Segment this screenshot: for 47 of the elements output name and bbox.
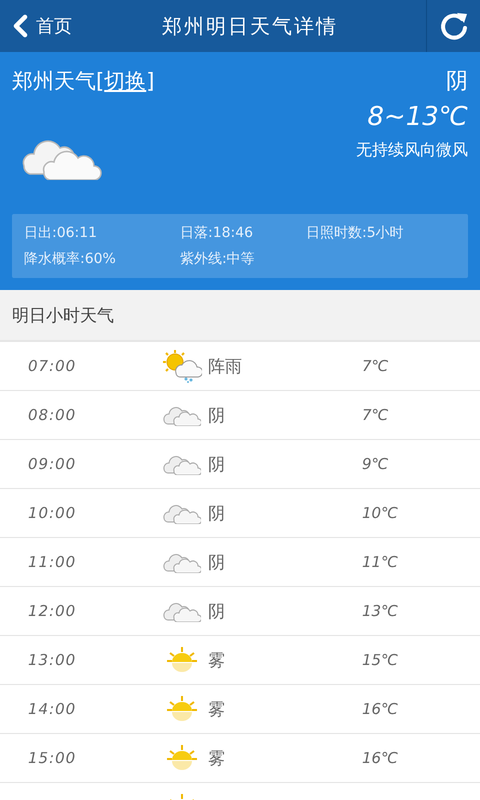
cloud-icon: [163, 600, 201, 622]
cloud-icon: [163, 502, 201, 524]
hour-condition: 阴: [208, 600, 226, 622]
hour-time: 13:00: [27, 651, 78, 669]
hour-temperature: 16℃: [362, 700, 398, 718]
weather-condition: 阴: [446, 68, 468, 96]
hour-condition: 阴: [208, 502, 226, 524]
switch-city-link[interactable]: 切换: [104, 69, 146, 93]
hour-condition: 阵雨: [208, 356, 243, 378]
hour-condition: 雾: [208, 650, 226, 672]
detail-text: 日落:18:46: [180, 224, 254, 242]
detail-text: 日照时数:5小时: [306, 224, 404, 242]
cloud-icon: [163, 453, 201, 475]
hour-temperature: 13℃: [362, 602, 398, 620]
hour-condition: 阴: [208, 552, 226, 574]
hour-temperature: 7℃: [362, 406, 388, 424]
hour-time: 08:00: [27, 406, 78, 424]
hour-time: 14:00: [27, 700, 78, 718]
cloud-icon: [163, 404, 201, 426]
hour-temperature: 16℃: [362, 749, 398, 767]
hour-temperature: 15℃: [362, 651, 398, 669]
city-title: 郑州天气[切换]: [12, 68, 154, 95]
page-title: 郑州明日天气详情: [161, 12, 339, 40]
wind-text: 无持续风向微风: [356, 140, 468, 161]
hour-condition: 阴: [208, 454, 226, 476]
hour-temperature: 9℃: [362, 455, 388, 473]
sun-cloud-rain-icon: [162, 349, 202, 383]
back-chevron-icon: [12, 14, 28, 38]
section-heading: 明日小时天气: [0, 290, 480, 342]
hour-condition: 阴: [208, 404, 226, 426]
hour-time: 07:00: [27, 357, 78, 375]
hour-time: 12:00: [27, 602, 78, 620]
hour-temperature: 10℃: [362, 504, 398, 522]
hour-time: 10:00: [27, 504, 78, 522]
hour-time: 09:00: [27, 455, 78, 473]
back-button[interactable]: 首页: [0, 0, 84, 52]
detail-text: 降水概率:60%: [24, 250, 117, 268]
detail-text: 紫外线:中等: [180, 250, 256, 268]
hour-temperature: 7℃: [362, 357, 388, 375]
hour-condition: 雾: [208, 748, 226, 770]
detail-text: 日出:06:11: [24, 224, 98, 242]
temperature-range: 8~13℃: [366, 102, 468, 132]
hour-condition: 雾: [208, 698, 226, 720]
hour-time: 11:00: [27, 553, 78, 571]
hour-temperature: 11℃: [362, 553, 398, 571]
cloud-icon: [163, 551, 201, 573]
hour-time: 15:00: [27, 749, 78, 767]
